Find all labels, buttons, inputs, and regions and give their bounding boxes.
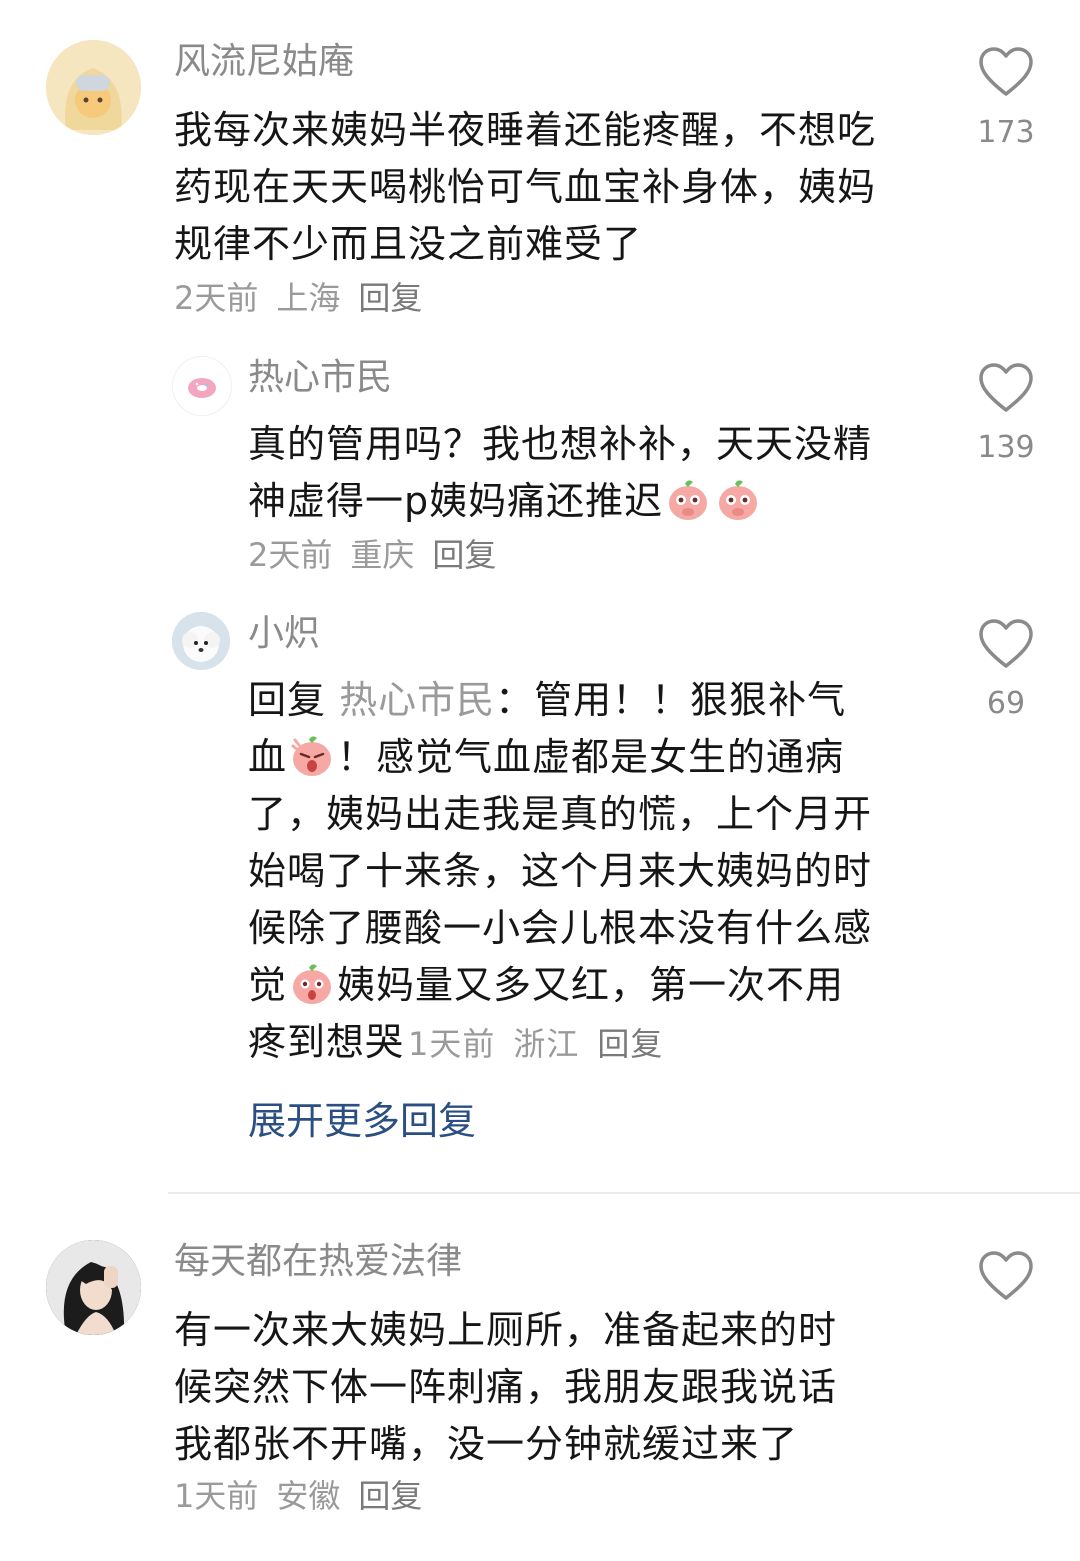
heart-icon bbox=[979, 363, 1033, 412]
comment-text: 真的管用吗？我也想补补，天天没精 神虚得一p姨妈痛还推迟 bbox=[248, 416, 872, 530]
comment-text-line: 候除了腰酸一小会儿根本没有什么感 bbox=[248, 906, 873, 950]
reply-button[interactable]: 回复 bbox=[358, 1477, 422, 1515]
comment-location: 上海 bbox=[276, 279, 341, 317]
like-count: 139 bbox=[977, 430, 1035, 465]
reply-button[interactable]: 回复 bbox=[597, 1025, 663, 1063]
peach-emoji-icon bbox=[719, 480, 758, 520]
comment-location: 浙江 bbox=[513, 1025, 580, 1063]
peach-emoji-icon bbox=[293, 964, 332, 1004]
like-count: 173 bbox=[977, 115, 1035, 150]
comment-text-line: 有一次来大姨妈上厕所，准备起来的时 bbox=[174, 1308, 838, 1352]
heart-icon bbox=[979, 47, 1033, 96]
comment-text: 有一次来大姨妈上厕所，准备起来的时 候突然下体一阵刺痛，我朋友跟我说话 我都张不… bbox=[174, 1302, 837, 1473]
comment-text-line: 始喝了十来条，这个月来大姨妈的时 bbox=[248, 849, 873, 893]
reply-button[interactable]: 回复 bbox=[358, 279, 422, 317]
like-button[interactable] bbox=[978, 362, 1034, 418]
comment-text: 回复 热心市民：管用！！狠狠补气 血！感觉气血虚都是女生的通病 了，姨妈出走我是… bbox=[248, 672, 872, 1071]
comment-time: 1天前 bbox=[174, 1477, 259, 1515]
comment-text-line: 了，姨妈出走我是真的慌，上个月开 bbox=[248, 792, 873, 836]
avatar[interactable] bbox=[172, 356, 232, 416]
comment-text-line: 我每次来姨妈半夜睡着还能疼醒，不想吃 bbox=[174, 108, 877, 152]
heart-icon bbox=[979, 619, 1033, 668]
like-count: 69 bbox=[986, 686, 1026, 721]
comment-text-line: 回复 热心市民：管用！！狠狠补气 bbox=[248, 678, 847, 722]
like-button[interactable] bbox=[978, 618, 1034, 674]
comment-text-line: 血！感觉气血虚都是女生的通病 bbox=[248, 729, 872, 786]
comment-time: 2天前 bbox=[248, 536, 333, 574]
comment-text-line: 我都张不开嘴，没一分钟就缓过来了 bbox=[174, 1422, 799, 1466]
peach-emoji-icon bbox=[291, 736, 332, 776]
avatar[interactable] bbox=[46, 1240, 141, 1335]
mention-link[interactable]: 热心市民 bbox=[339, 678, 495, 722]
comment-username[interactable]: 每天都在热爱法律 bbox=[174, 1240, 462, 1284]
reply-button[interactable]: 回复 bbox=[432, 536, 496, 574]
like-button[interactable] bbox=[978, 46, 1034, 102]
heart-icon bbox=[979, 1251, 1033, 1300]
comment-meta: 1天前 浙江 回复 bbox=[408, 1025, 681, 1063]
comment-meta: 2天前 重庆 回复 bbox=[248, 535, 514, 575]
comment-username[interactable]: 热心市民 bbox=[248, 356, 392, 400]
comment-username[interactable]: 小炽 bbox=[248, 612, 320, 656]
comment-text-line: 候突然下体一阵刺痛，我朋友跟我说话 bbox=[174, 1365, 838, 1409]
divider bbox=[168, 1192, 1080, 1194]
comment-text-line: 疼到想哭 1天前 浙江 回复 bbox=[248, 1014, 872, 1071]
comment-meta: 1天前 安徽 回复 bbox=[174, 1476, 440, 1516]
comment-text: 我每次来姨妈半夜睡着还能疼醒，不想吃 药现在天天喝桃怡可气血宝补身体，姨妈 规律… bbox=[174, 102, 876, 273]
expand-replies-link[interactable]: 展开更多回复 bbox=[248, 1098, 476, 1144]
avatar[interactable] bbox=[172, 612, 230, 670]
peach-emoji-icon bbox=[669, 480, 708, 520]
comment-text-line: 药现在天天喝桃怡可气血宝补身体，姨妈 bbox=[174, 165, 877, 209]
comment-time: 2天前 bbox=[174, 279, 259, 317]
comment-location: 重庆 bbox=[350, 536, 415, 574]
comment-location: 安徽 bbox=[276, 1477, 341, 1515]
comment-text-line: 规律不少而且没之前难受了 bbox=[174, 222, 643, 266]
like-button[interactable] bbox=[978, 1250, 1034, 1306]
comment-text-line: 神虚得一p姨妈痛还推迟 bbox=[248, 473, 872, 530]
avatar[interactable] bbox=[46, 40, 141, 135]
comment-text-line: 真的管用吗？我也想补补，天天没精 bbox=[248, 422, 873, 466]
comment-username[interactable]: 风流尼姑庵 bbox=[174, 40, 354, 84]
comment-meta: 2天前 上海 回复 bbox=[174, 278, 440, 318]
comment-time: 1天前 bbox=[408, 1025, 496, 1063]
comment-text-line: 觉姨妈量又多又红，第一次不用 bbox=[248, 957, 872, 1014]
